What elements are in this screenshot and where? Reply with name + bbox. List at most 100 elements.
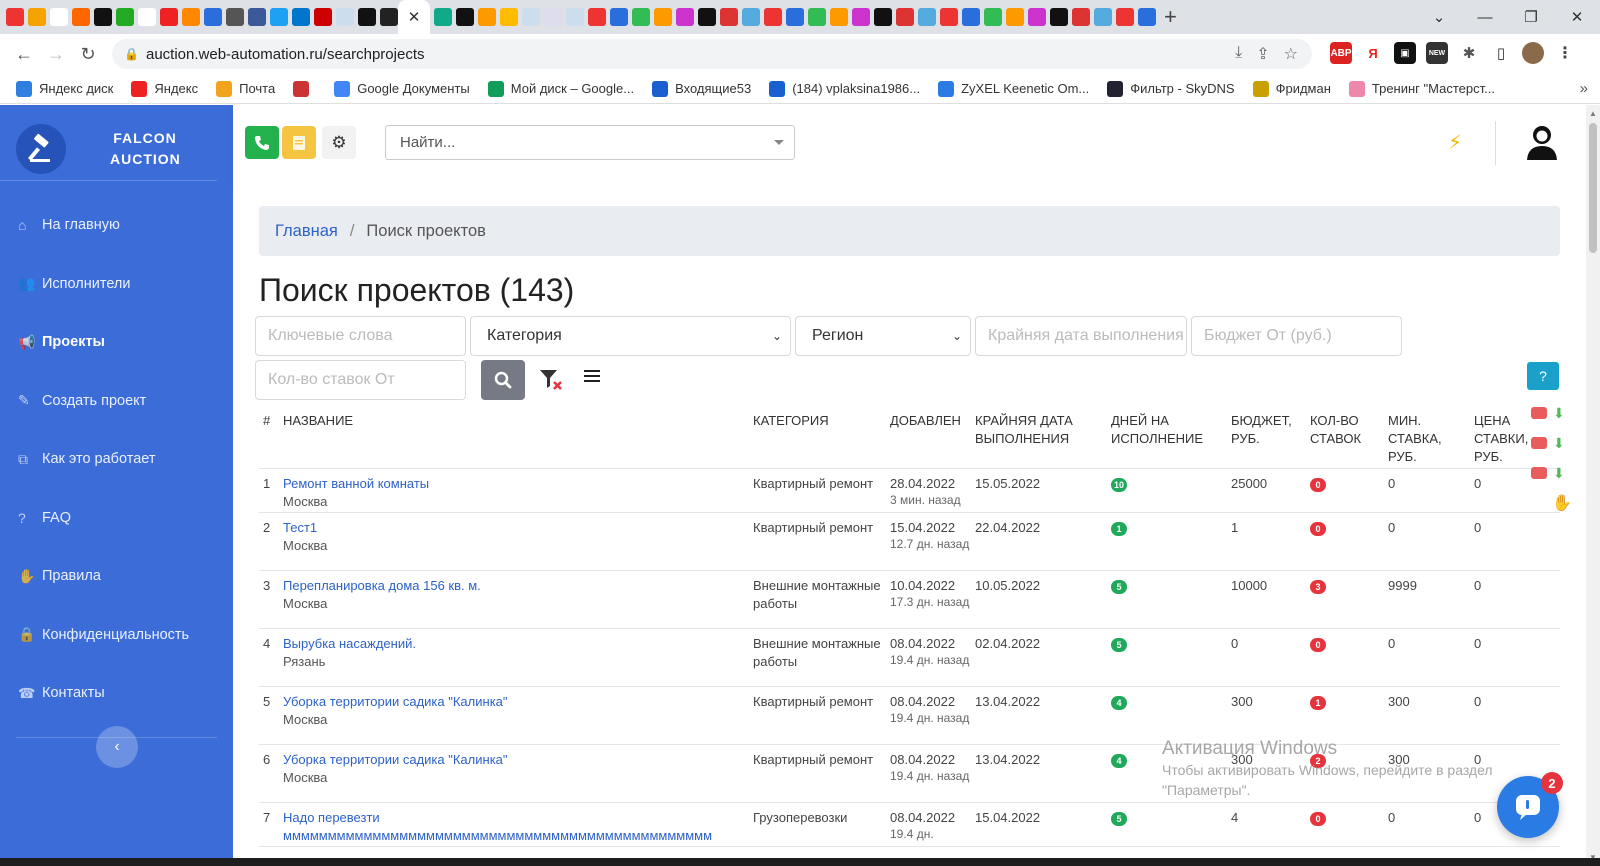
project-link[interactable]: Тест1 bbox=[283, 519, 753, 537]
tab-favicon[interactable] bbox=[336, 8, 354, 26]
tab-favicon[interactable] bbox=[654, 8, 672, 26]
header-category[interactable]: КАТЕГОРИЯ bbox=[753, 409, 890, 468]
global-search-select[interactable]: Найти... bbox=[385, 125, 795, 160]
search-button[interactable] bbox=[481, 360, 525, 400]
tab-favicon[interactable] bbox=[522, 8, 540, 26]
tab-favicon[interactable] bbox=[28, 8, 46, 26]
tab-favicon[interactable] bbox=[248, 8, 266, 26]
notes-button[interactable] bbox=[282, 126, 316, 159]
tab-favicon[interactable] bbox=[50, 8, 68, 26]
bookmark-star-icon[interactable]: ☆ bbox=[1284, 44, 1298, 64]
bookmark-item[interactable]: Яндекс bbox=[131, 80, 198, 97]
sidebar-item-6[interactable]: ? FAQ bbox=[0, 489, 233, 548]
sidebar-item-1[interactable]: ⌂ На главную bbox=[0, 196, 233, 255]
bookmark-item[interactable]: Почта bbox=[216, 80, 275, 97]
table-row[interactable]: 3 Перепланировка дома 156 кв. м. Москва Вне… bbox=[259, 571, 1560, 629]
project-link[interactable]: Ремонт ванной комнаты bbox=[283, 475, 753, 493]
sidebar-item-5[interactable]: ⧉ Как это работает bbox=[0, 430, 233, 489]
tab-favicon[interactable] bbox=[434, 8, 452, 26]
sidebar-item-7[interactable]: ✋ Правила bbox=[0, 547, 233, 606]
tab-favicon[interactable] bbox=[138, 8, 156, 26]
tab-favicon[interactable] bbox=[500, 8, 518, 26]
project-link[interactable]: Уборка территории садика "Калинка" bbox=[283, 751, 753, 769]
menu-icon[interactable]: ⋮ bbox=[1554, 42, 1576, 64]
tab-favicon[interactable] bbox=[116, 8, 134, 26]
tab-favicon[interactable] bbox=[786, 8, 804, 26]
tab-favicon[interactable] bbox=[6, 8, 24, 26]
collapse-sidebar-button[interactable]: ‹ bbox=[96, 726, 138, 768]
tab-favicons-right[interactable] bbox=[434, 8, 1156, 26]
tab-favicon[interactable] bbox=[1006, 8, 1024, 26]
tab-favicon[interactable] bbox=[292, 8, 310, 26]
tab-favicon[interactable] bbox=[852, 8, 870, 26]
tab-favicon[interactable] bbox=[94, 8, 112, 26]
video-download-row[interactable]: ⬇ bbox=[1527, 398, 1572, 428]
tab-favicon[interactable] bbox=[380, 8, 398, 26]
bookmark-item[interactable]: Мой диск – Google... bbox=[487, 80, 634, 97]
header-days[interactable]: ДНЕЙ НА ИСПОЛНЕНИЕ bbox=[1111, 409, 1231, 468]
tab-favicon[interactable] bbox=[610, 8, 628, 26]
clear-filter-icon[interactable] bbox=[539, 368, 565, 392]
bookmark-item[interactable]: Фильтр - SkyDNS bbox=[1107, 80, 1235, 97]
install-icon[interactable]: ⤓ bbox=[1235, 44, 1242, 64]
list-view-icon[interactable] bbox=[583, 368, 601, 388]
tab-favicon[interactable] bbox=[160, 8, 178, 26]
breadcrumb-home-link[interactable]: Главная bbox=[275, 222, 338, 241]
bookmark-item[interactable]: (184) vplaksina1986... bbox=[769, 80, 920, 97]
user-avatar-icon[interactable] bbox=[1523, 122, 1561, 162]
tab-favicon[interactable] bbox=[698, 8, 716, 26]
project-link[interactable]: Вырубка насаждений. bbox=[283, 635, 753, 653]
tab-favicon[interactable] bbox=[676, 8, 694, 26]
active-tab-close-icon[interactable]: ✕ bbox=[398, 0, 430, 34]
tab-favicon[interactable] bbox=[588, 8, 606, 26]
sidebar-item-9[interactable]: ☎ Контакты bbox=[0, 664, 233, 723]
tab-favicon[interactable] bbox=[1116, 8, 1134, 26]
bookmark-item[interactable]: Тренинг "Мастерст... bbox=[1348, 80, 1495, 97]
video-download-row[interactable]: ⬇ bbox=[1527, 428, 1572, 458]
yandex-ext-icon[interactable]: Я bbox=[1362, 42, 1384, 64]
new-ext-icon[interactable]: NEW bbox=[1426, 42, 1448, 64]
tab-favicon[interactable] bbox=[874, 8, 892, 26]
reload-button[interactable]: ↻ bbox=[72, 44, 104, 65]
deadline-input[interactable]: Крайняя дата выполнения bbox=[975, 316, 1187, 356]
bolt-icon[interactable]: ⚡ bbox=[1448, 130, 1462, 155]
header-deadline[interactable]: КРАЙНЯЯ ДАТА ВЫПОЛНЕНИЯ bbox=[975, 409, 1111, 468]
scrollbar-thumb[interactable] bbox=[1589, 123, 1597, 253]
close-window-button[interactable]: ✕ bbox=[1554, 0, 1600, 34]
tab-favicon[interactable] bbox=[1138, 8, 1156, 26]
tab-favicon[interactable] bbox=[808, 8, 826, 26]
tab-favicon[interactable] bbox=[764, 8, 782, 26]
bookmarks-more-icon[interactable]: » bbox=[1580, 80, 1588, 97]
ext-black-icon[interactable]: ▣ bbox=[1394, 42, 1416, 64]
project-link[interactable]: Уборка территории садика "Калинка" bbox=[283, 693, 753, 711]
header-added[interactable]: ДОБАВЛЕН bbox=[890, 409, 975, 468]
tab-favicon[interactable] bbox=[182, 8, 200, 26]
back-button[interactable]: ← bbox=[8, 44, 40, 65]
tab-favicons[interactable] bbox=[6, 8, 398, 26]
tab-favicon[interactable] bbox=[940, 8, 958, 26]
bookmark-item[interactable]: Яндекс диск bbox=[16, 80, 113, 97]
tab-favicon[interactable] bbox=[1072, 8, 1090, 26]
table-row[interactable]: 4 Вырубка насаждений. Рязань Внешние монтаж… bbox=[259, 629, 1560, 687]
scroll-up-icon[interactable]: ▲ bbox=[1589, 109, 1597, 118]
tab-favicon[interactable] bbox=[1094, 8, 1112, 26]
tab-favicon[interactable] bbox=[204, 8, 222, 26]
adblock-icon[interactable]: ABP bbox=[1330, 42, 1352, 64]
table-row[interactable]: 5 Уборка территории садика "Калинка" Москв… bbox=[259, 687, 1560, 745]
header-budget[interactable]: БЮДЖЕТ, РУБ. bbox=[1231, 409, 1310, 468]
project-link[interactable]: Перепланировка дома 156 кв. м. bbox=[283, 577, 753, 595]
keywords-input[interactable]: Ключевые слова bbox=[255, 316, 466, 356]
bookmark-item[interactable]: Входящие53 bbox=[652, 80, 751, 97]
category-select[interactable]: Категория ⌄ bbox=[470, 316, 791, 356]
tab-favicon[interactable] bbox=[456, 8, 474, 26]
help-widget-icon[interactable]: ? bbox=[1527, 362, 1559, 390]
tab-favicon[interactable] bbox=[830, 8, 848, 26]
sidepanel-icon[interactable]: ▯ bbox=[1490, 42, 1512, 64]
tab-favicon[interactable] bbox=[1028, 8, 1046, 26]
region-select[interactable]: Регион ⌄ bbox=[795, 316, 971, 356]
url-input[interactable]: 🔒 auction.web-automation.ru/searchprojec… bbox=[112, 39, 1312, 69]
tab-favicon[interactable] bbox=[918, 8, 936, 26]
brand[interactable]: FALCON AUCTION bbox=[0, 105, 217, 181]
table-row[interactable]: 2 Тест1 Москва Квартирный ремонт 15.04.2022 1… bbox=[259, 513, 1560, 571]
sidebar-item-8[interactable]: 🔒 Конфиденциальность bbox=[0, 606, 233, 665]
